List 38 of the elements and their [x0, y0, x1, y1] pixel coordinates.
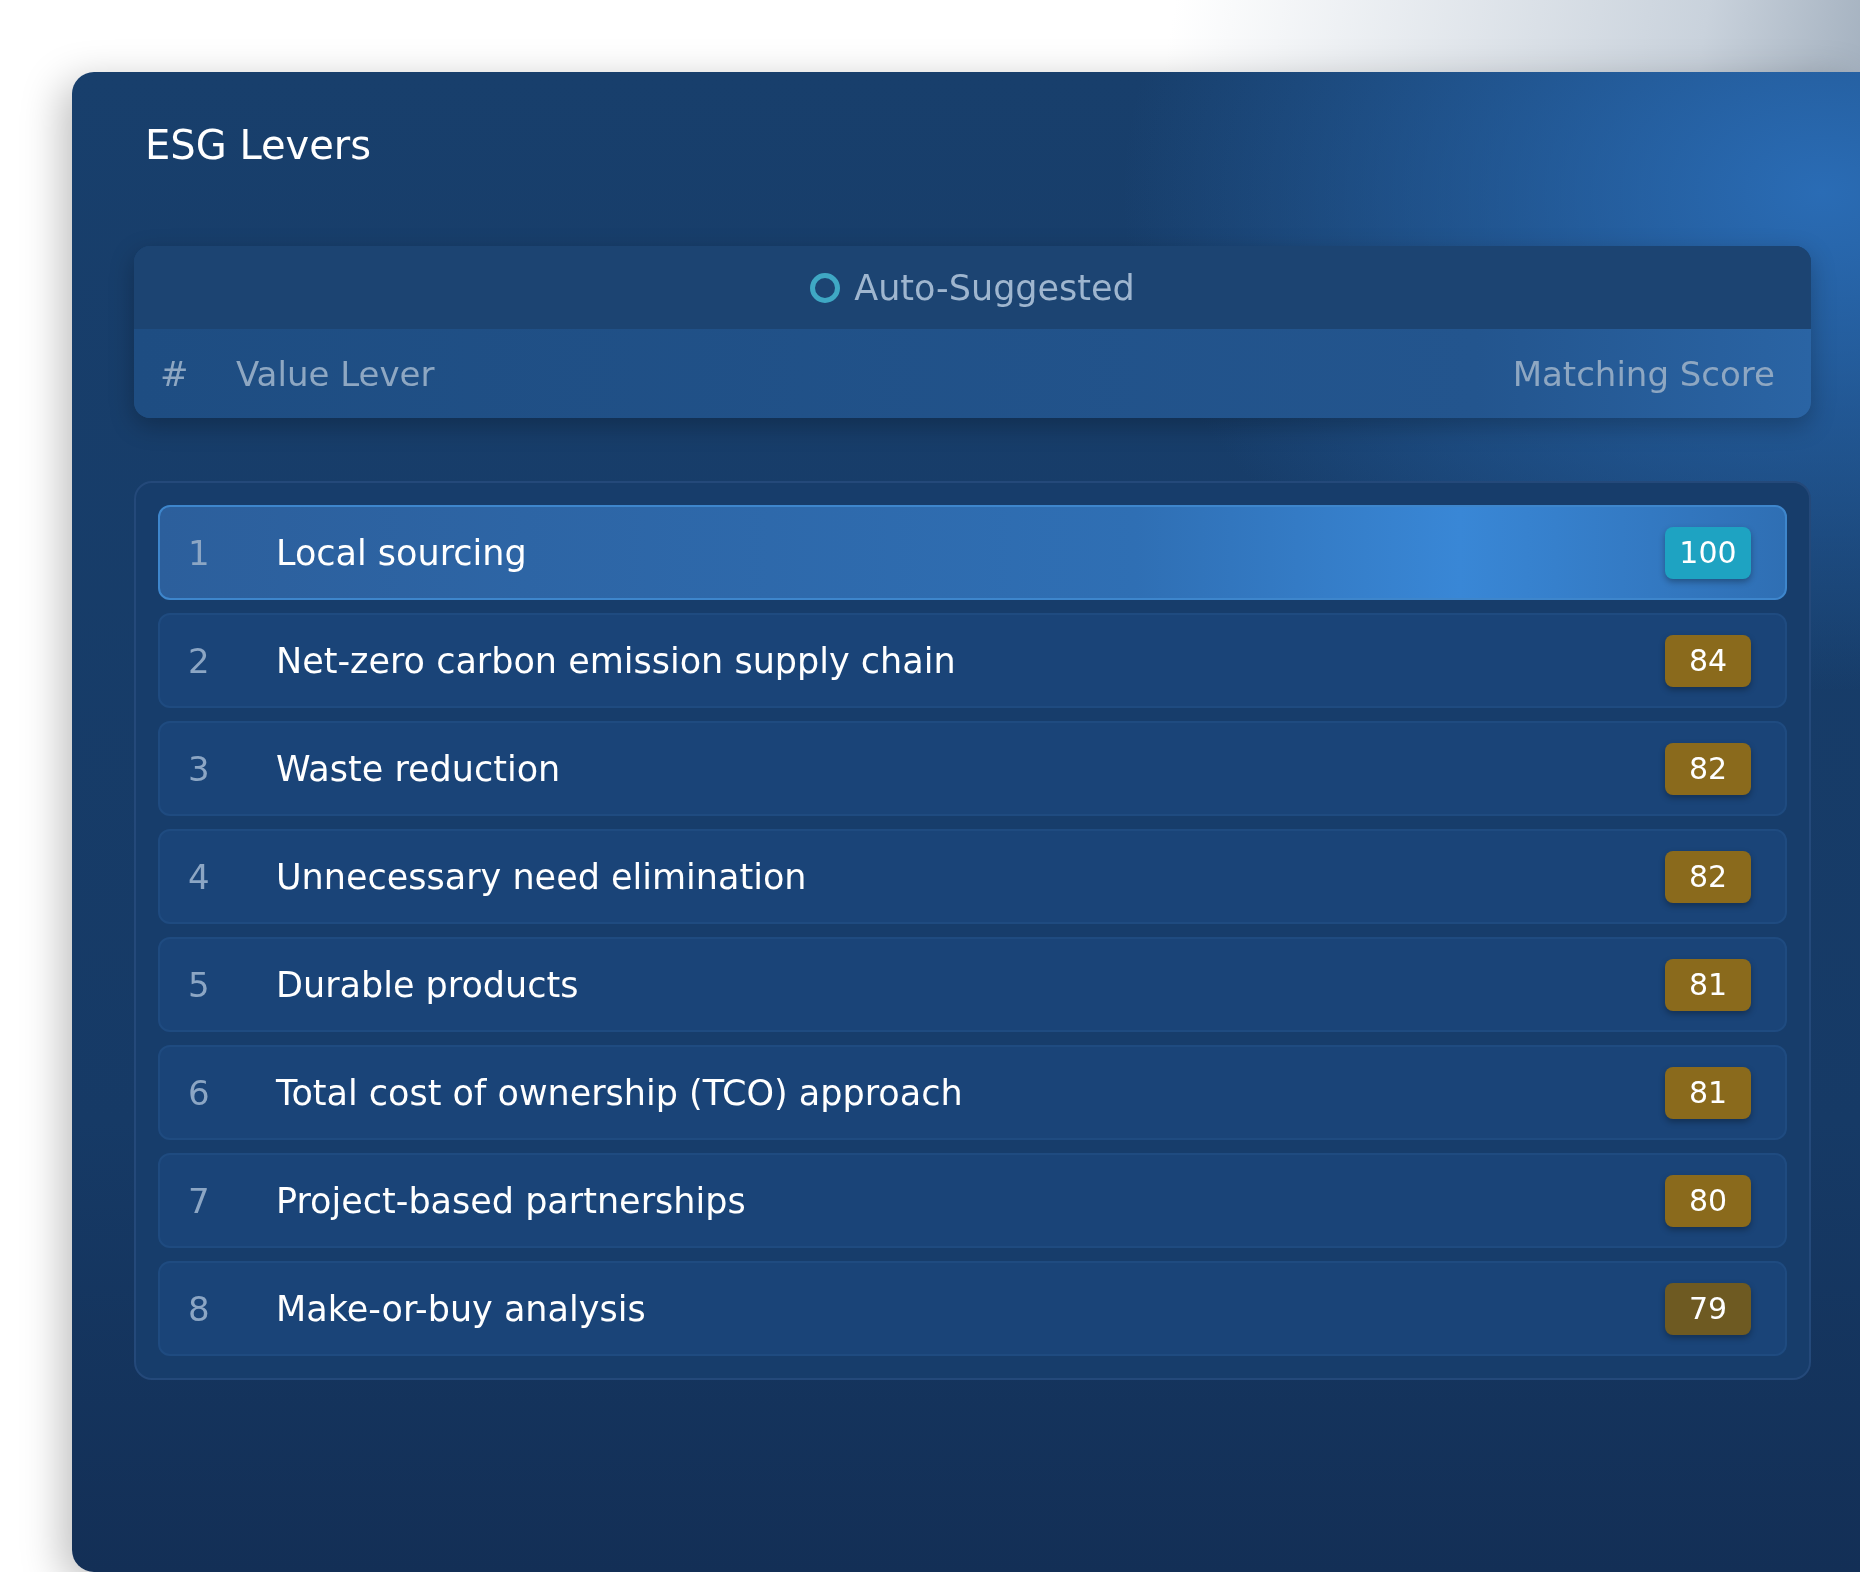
list-row[interactable]: 5 Durable products 81: [158, 937, 1787, 1032]
score-badge: 100: [1665, 526, 1751, 579]
panel-title: ESG Levers: [145, 122, 373, 168]
list-row[interactable]: 6 Total cost of ownership (TCO) approach 81: [158, 1045, 1787, 1140]
radio-icon[interactable]: [810, 272, 841, 303]
list-row[interactable]: 8 Make-or-buy analysis 79: [158, 1261, 1787, 1356]
lever-name: Waste reduction: [276, 748, 562, 789]
lever-name: Net-zero carbon emission supply chain: [276, 640, 957, 681]
list-row[interactable]: 3 Waste reduction 82: [158, 721, 1787, 816]
list-row[interactable]: 2 Net-zero carbon emission supply chain 84: [158, 613, 1787, 708]
row-number: 8: [188, 1288, 211, 1329]
row-number: 5: [188, 964, 211, 1005]
column-header: Value Lever: [236, 353, 436, 394]
list-row[interactable]: 1 Local sourcing 100: [158, 505, 1787, 600]
row-number: 1: [188, 532, 211, 573]
lever-name: Make-or-buy analysis: [276, 1288, 647, 1329]
row-number: 3: [188, 748, 211, 789]
row-number: 2: [188, 640, 211, 681]
column-header: #: [160, 353, 190, 394]
score-badge: 82: [1665, 850, 1751, 903]
column-header: Matching Score: [1512, 353, 1775, 394]
score-badge: 81: [1665, 1066, 1751, 1119]
row-number: 6: [188, 1072, 211, 1113]
score-badge: 84: [1665, 634, 1751, 687]
list-row[interactable]: 4 Unnecessary need elimination 82: [158, 829, 1787, 924]
list-row[interactable]: 7 Project-based partnerships 80: [158, 1153, 1787, 1248]
row-number: 7: [188, 1180, 211, 1221]
lever-name: Local sourcing: [276, 532, 528, 573]
score-badge: 79: [1665, 1282, 1751, 1335]
lever-name: Project-based partnerships: [276, 1180, 747, 1221]
lever-name: Unnecessary need elimination: [276, 856, 808, 897]
lever-name: Durable products: [276, 964, 580, 1005]
score-badge: 81: [1665, 958, 1751, 1011]
score-badge: 80: [1665, 1174, 1751, 1227]
filter-label: Auto-Suggested: [854, 267, 1135, 308]
row-number: 4: [188, 856, 211, 897]
lever-name: Total cost of ownership (TCO) approach: [276, 1072, 964, 1113]
score-badge: 82: [1665, 742, 1751, 795]
